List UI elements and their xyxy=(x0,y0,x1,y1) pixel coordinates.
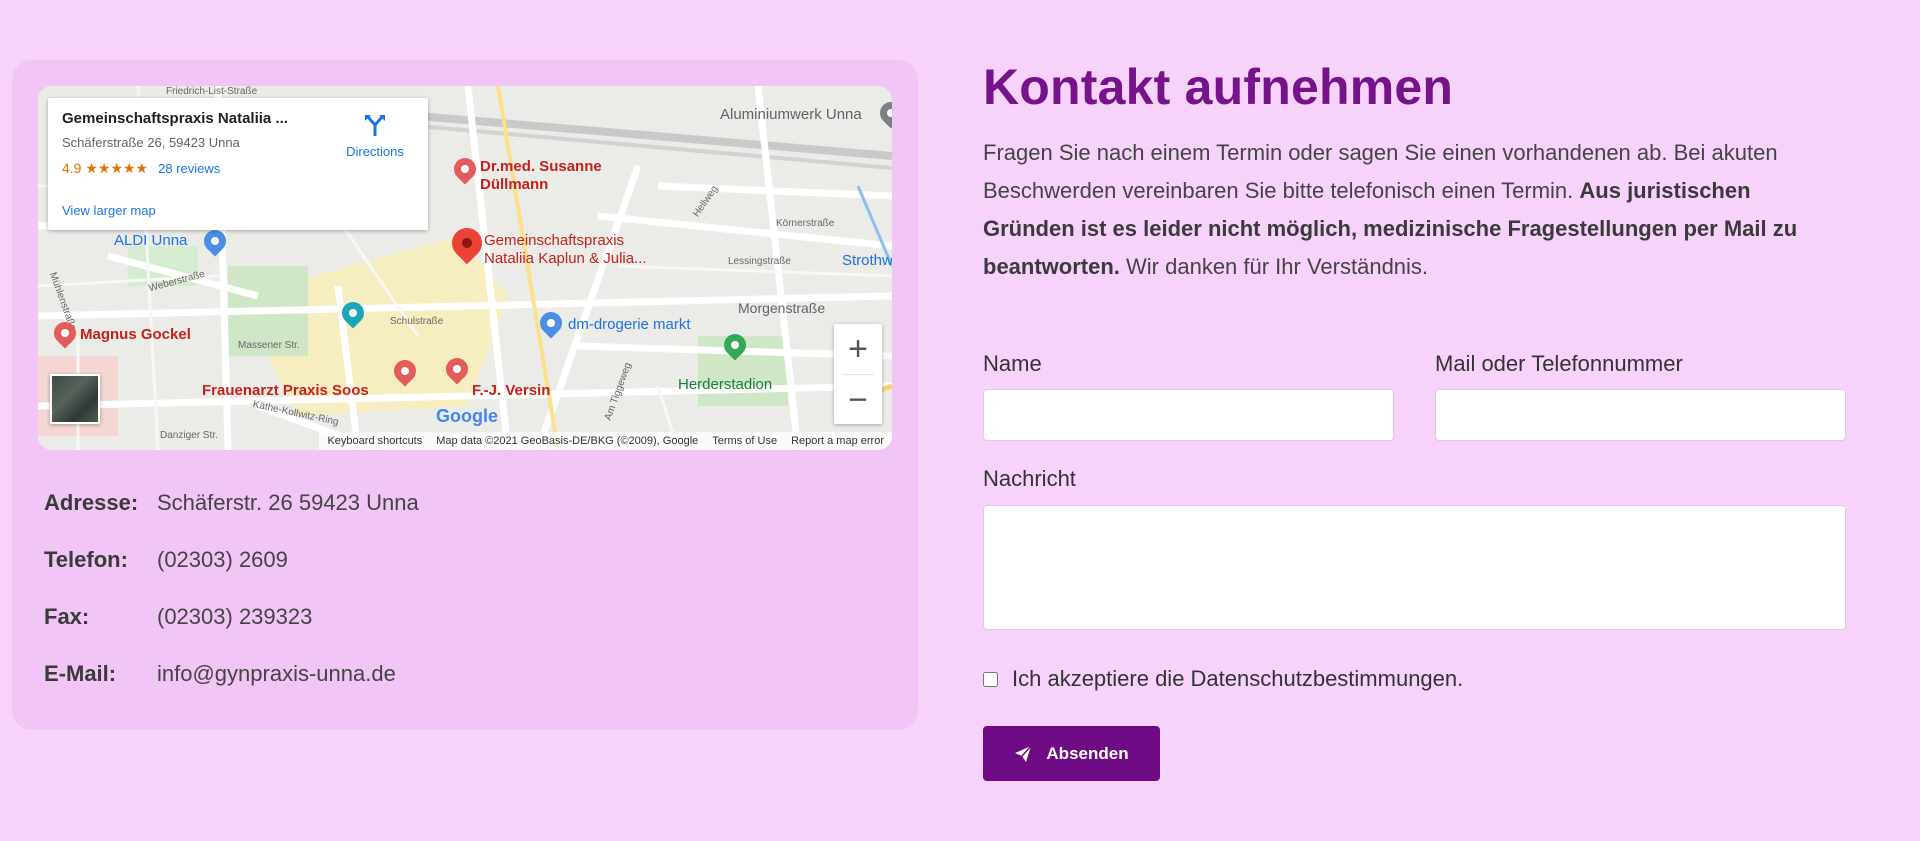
zoom-in-button[interactable]: + xyxy=(834,324,882,374)
name-input[interactable] xyxy=(983,389,1394,441)
map-label-danziger: Danziger Str. xyxy=(160,430,218,441)
detail-label: Telefon: xyxy=(44,547,128,572)
submit-button[interactable]: Absenden xyxy=(983,726,1160,781)
detail-value: (02303) 239323 xyxy=(157,604,313,629)
map-label-koernerstrasse: Körnerstraße xyxy=(776,218,835,229)
detail-value: Schäferstr. 26 59423 Unna xyxy=(157,490,419,515)
directions-label: Directions xyxy=(346,144,404,159)
map-label-massener: Massener Str. xyxy=(238,340,300,351)
map-label-aluminiumwerk: Aluminiumwerk Unna xyxy=(720,106,862,123)
map-label-dm: dm-drogerie markt xyxy=(568,316,691,333)
detail-label: Fax: xyxy=(44,604,90,629)
view-larger-map-link[interactable]: View larger map xyxy=(62,203,156,218)
map-label-lessingstrasse: Lessingstraße xyxy=(728,256,791,267)
detail-value[interactable]: info@gynpraxis-unna.de xyxy=(157,661,396,718)
map-label-praxis-2: Nataliia Kaplun & Julia... xyxy=(484,250,647,267)
consent-label: Ich akzeptiere die Datenschutzbestimmung… xyxy=(1012,666,1464,691)
detail-row-phone: Telefon: (02303) 2609 xyxy=(44,547,419,604)
map-label-gockel: Magnus Gockel xyxy=(80,326,191,343)
detail-label: Adresse: xyxy=(44,490,139,515)
directions-icon xyxy=(365,115,385,136)
intro-end-text: Wir danken für Ihr Verständnis. xyxy=(1119,254,1429,279)
map-label-versin: F.-J. Versin xyxy=(472,382,551,399)
map-label-praxis-1: Gemeinschaftspraxis xyxy=(484,232,625,249)
detail-value[interactable]: (02303) 2609 xyxy=(157,547,288,604)
map-label-morgenstrasse: Morgenstraße xyxy=(738,300,826,316)
directions-button[interactable]: Directions xyxy=(340,112,410,159)
map-label-duellmann-1: Dr.med. Susanne xyxy=(480,158,602,175)
message-textarea[interactable] xyxy=(983,505,1846,630)
consent-checkbox[interactable] xyxy=(983,671,998,687)
detail-row-address: Adresse: Schäferstr. 26 59423 Unna xyxy=(44,490,419,547)
map-label-strothweg: Strothw xyxy=(842,252,892,269)
map-label-aldi: ALDI Unna xyxy=(114,232,188,249)
contact-section: Kontakt aufnehmen Fragen Sie nach einem … xyxy=(983,58,1843,286)
map-attribution: Keyboard shortcuts Map data ©2021 GeoBas… xyxy=(319,432,892,450)
map-data-text: Map data ©2021 GeoBasis-DE/BKG (©2009), … xyxy=(436,435,699,447)
place-rating-row: 4.9 ★★★★★ 28 reviews xyxy=(62,160,414,177)
map-place-card: Gemeinschaftspraxis Nataliia ... Schäfer… xyxy=(48,98,428,230)
zoom-out-button[interactable]: − xyxy=(834,375,882,425)
zoom-controls: + − xyxy=(834,324,882,424)
contact-label: Mail oder Telefonnummer xyxy=(1435,351,1683,376)
detail-row-email: E-Mail: info@gynpraxis-unna.de xyxy=(44,661,419,718)
google-map[interactable]: Friedrich-List-Straße Aluminiumwerk Unna… xyxy=(38,86,892,450)
report-map-error-link[interactable]: Report a map error xyxy=(791,435,884,447)
submit-label: Absenden xyxy=(1046,743,1129,763)
contact-input[interactable] xyxy=(1435,389,1846,441)
contact-info-card: Friedrich-List-Straße Aluminiumwerk Unna… xyxy=(12,60,918,730)
google-logo: Google xyxy=(436,406,498,426)
name-label: Name xyxy=(983,351,1042,376)
map-label-schulstrasse: Schulstraße xyxy=(390,316,444,327)
map-label-duellmann-2: Düllmann xyxy=(480,176,549,193)
keyboard-shortcuts-link[interactable]: Keyboard shortcuts xyxy=(327,435,422,447)
map-label-friedrich-list: Friedrich-List-Straße xyxy=(166,86,258,97)
place-reviews-link[interactable]: 28 reviews xyxy=(158,161,220,176)
detail-label: E-Mail: xyxy=(44,661,117,686)
map-label-herderstadion: Herderstadion xyxy=(678,376,773,393)
map-label-soos: Frauenarzt Praxis Soos xyxy=(202,382,369,399)
consent-row[interactable]: Ich akzeptiere die Datenschutzbestimmung… xyxy=(983,666,1463,692)
detail-row-fax: Fax: (02303) 239323 xyxy=(44,604,419,661)
message-label: Nachricht xyxy=(983,466,1076,491)
page-title: Kontakt aufnehmen xyxy=(983,59,1454,115)
satellite-toggle[interactable] xyxy=(50,374,100,424)
paper-plane-icon xyxy=(1015,744,1032,762)
contact-intro: Fragen Sie nach einem Termin oder sagen … xyxy=(983,134,1843,286)
place-rating: 4.9 ★★★★★ xyxy=(62,160,149,176)
terms-of-use-link[interactable]: Terms of Use xyxy=(712,435,777,447)
contact-details: Adresse: Schäferstr. 26 59423 Unna Telef… xyxy=(44,490,419,718)
